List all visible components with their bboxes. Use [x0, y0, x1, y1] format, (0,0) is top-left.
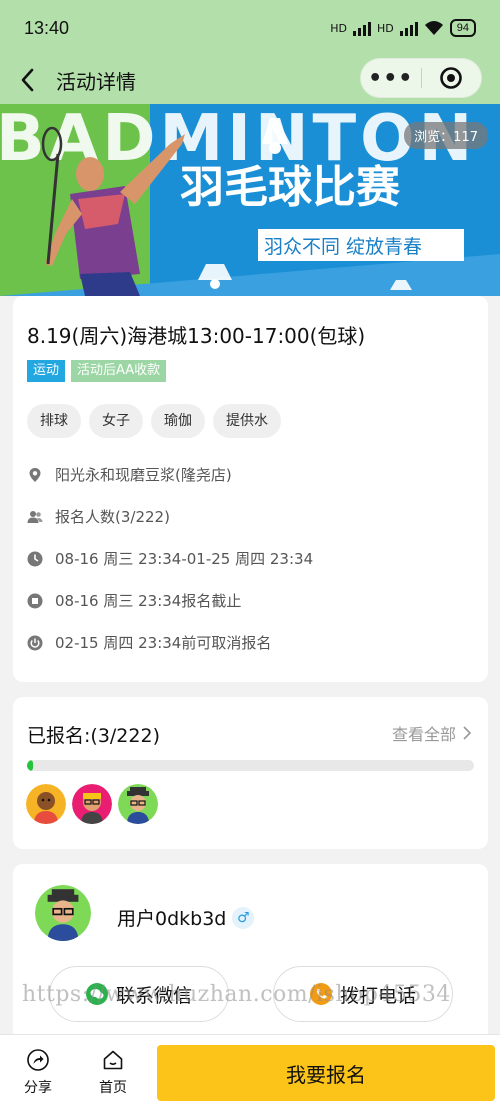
event-info-card: 8.19(周六)海港城13:00-17:00(包球) 运动 活动后AA收款 排球… — [13, 296, 488, 682]
more-menu-button[interactable]: ••• — [361, 66, 421, 91]
wechat-button-label: 联系微信 — [115, 984, 192, 1007]
network-label: HD — [330, 21, 347, 35]
participant-avatar[interactable] — [118, 784, 158, 824]
home-label: 首页 — [99, 1080, 127, 1096]
event-tags: 运动 活动后AA收款 — [27, 360, 167, 382]
signup-card: 已报名:(3/222) 查看全部 — [13, 697, 488, 849]
phone-button-label: 拨打电话 — [339, 984, 416, 1007]
cancel-deadline-text: 02-15 周四 23:34前可取消报名 — [55, 634, 272, 652]
banner-title: 羽毛球比赛 — [180, 162, 401, 213]
page-title: 活动详情 — [56, 70, 136, 94]
bottom-action-bar: 分享 首页 我要报名 — [0, 1034, 500, 1111]
chip-item: 瑜伽 — [151, 404, 205, 438]
banner-subtitle: 羽众不同 绽放青春 — [264, 236, 422, 258]
time-range-text: 08-16 周三 23:34-01-25 周四 23:34 — [55, 550, 314, 568]
home-icon — [103, 1050, 123, 1070]
time-range-row: 08-16 周三 23:34-01-25 周四 23:34 — [27, 548, 313, 569]
call-phone-button[interactable]: 拨打电话 — [273, 966, 453, 1022]
back-arrow-icon[interactable] — [18, 66, 38, 94]
avatar-green-icon — [118, 784, 158, 824]
nav-bar: 活动详情 ••• — [0, 56, 500, 104]
location-row[interactable]: 阳光永和现磨豆浆(隆尧店) — [27, 464, 232, 485]
chevron-right-icon — [463, 726, 472, 740]
avatar-orange-icon — [26, 784, 66, 824]
participant-avatar[interactable] — [26, 784, 66, 824]
location-text: 阳光永和现磨豆浆(隆尧店) — [55, 466, 232, 484]
signup-progress-fill — [27, 760, 34, 771]
organizer-avatar-icon — [35, 885, 91, 941]
phone-icon — [309, 983, 332, 1005]
home-button[interactable]: 首页 — [83, 1049, 143, 1097]
power-icon — [27, 635, 43, 650]
miniapp-capsule: ••• — [360, 58, 482, 98]
signal-icon — [353, 20, 371, 36]
avatar-pink-icon — [72, 784, 112, 824]
people-icon — [27, 510, 43, 523]
share-icon — [27, 1049, 49, 1071]
contact-wechat-button[interactable]: 联系微信 — [49, 966, 229, 1022]
battery-indicator: 94 — [449, 19, 476, 37]
chip-item: 女子 — [89, 404, 143, 438]
views-count-badge: 浏览：117 — [404, 122, 488, 149]
signup-avatars — [26, 784, 158, 824]
share-button[interactable]: 分享 — [8, 1049, 68, 1097]
view-all-link[interactable]: 查看全部 — [392, 721, 472, 745]
share-label: 分享 — [24, 1080, 52, 1096]
event-chips: 排球 女子 瑜伽 提供水 — [27, 404, 281, 438]
status-time: 13:40 — [24, 17, 70, 38]
chip-item: 提供水 — [213, 404, 281, 438]
stop-circle-icon — [27, 593, 43, 608]
event-title: 8.19(周六)海港城13:00-17:00(包球) — [27, 324, 366, 348]
chip-item: 排球 — [27, 404, 81, 438]
tag-payment: 活动后AA收款 — [71, 360, 167, 382]
participant-avatar[interactable] — [72, 784, 112, 824]
wifi-icon — [424, 21, 443, 35]
location-pin-icon — [29, 467, 41, 482]
participants-text: 报名人数(3/222) — [55, 508, 170, 526]
organizer-name-row: 用户0dkb3d ♂ — [117, 904, 255, 931]
wechat-icon — [85, 983, 108, 1005]
tag-category: 运动 — [27, 360, 66, 382]
signal-icon — [399, 20, 418, 36]
network-label-2: HD — [377, 21, 394, 35]
signup-button[interactable]: 我要报名 — [157, 1045, 495, 1101]
cancel-deadline-row: 02-15 周四 23:34前可取消报名 — [27, 632, 271, 653]
status-bar: 13:40 HD HD 94 — [0, 0, 500, 56]
signup-deadline-row: 08-16 周三 23:34报名截止 — [27, 590, 241, 611]
organizer-avatar[interactable] — [35, 885, 91, 941]
signup-count-title: 已报名:(3/222) — [27, 725, 160, 747]
target-close-icon — [440, 67, 463, 89]
participants-row: 报名人数(3/222) — [27, 506, 170, 527]
organizer-card: 用户0dkb3d ♂ 联系微信 拨打电话 — [13, 864, 488, 1034]
male-gender-icon: ♂ — [232, 906, 255, 929]
view-all-label: 查看全部 — [391, 725, 456, 744]
status-icons: HD HD 94 — [330, 19, 476, 37]
close-miniapp-button[interactable] — [421, 66, 481, 90]
signup-progress-bar — [27, 760, 474, 771]
organizer-name: 用户0dkb3d — [117, 908, 227, 930]
clock-icon — [27, 551, 43, 566]
signup-deadline-text: 08-16 周三 23:34报名截止 — [55, 592, 242, 610]
